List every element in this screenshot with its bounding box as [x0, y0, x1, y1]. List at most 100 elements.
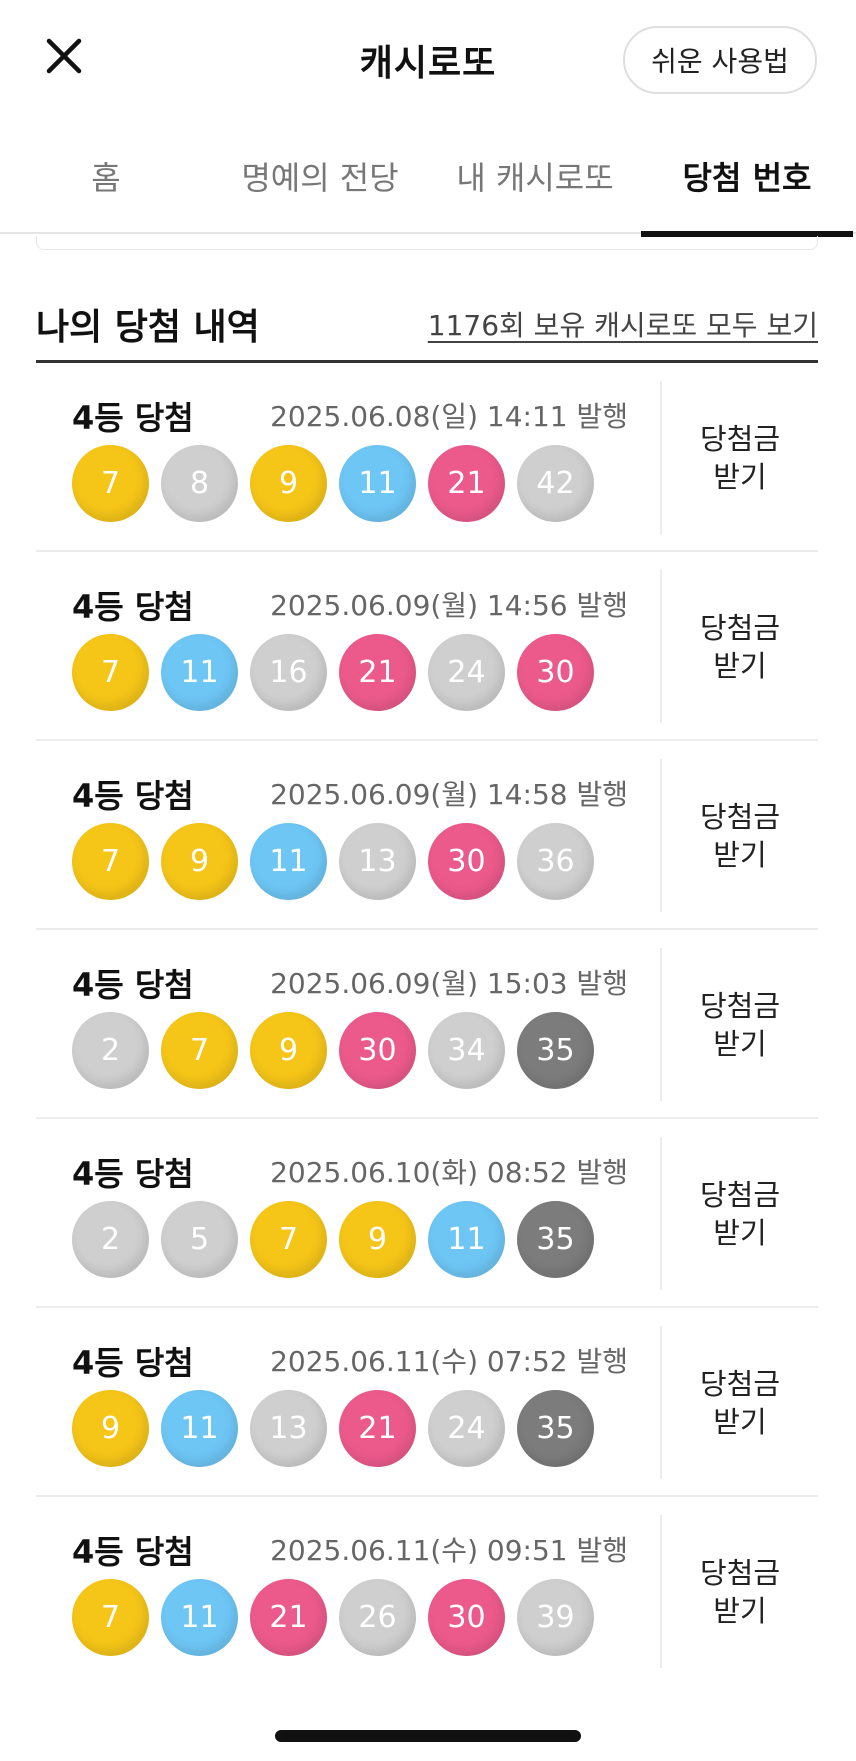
winning-history-list: 4등 당첨 2025.06.08(일) 14:11 발행 7 8 9 11 21 42 당첨금 받…	[36, 363, 818, 1686]
lotto-balls: 2 5 7 9 11 35	[72, 1201, 594, 1278]
lotto-ball: 2	[72, 1201, 149, 1278]
lotto-ball: 11	[428, 1201, 505, 1278]
lotto-ball: 21	[428, 445, 505, 522]
lotto-ball: 9	[250, 445, 327, 522]
lotto-ball: 24	[428, 1390, 505, 1467]
issue-date: 2025.06.09(월) 15:03 발행	[270, 967, 628, 1000]
claim-prize-button[interactable]: 당첨금 받기	[662, 930, 818, 1119]
lotto-ball: 42	[517, 445, 594, 522]
guide-button[interactable]: 쉬운 사용법	[623, 26, 817, 94]
lotto-ball: 36	[517, 823, 594, 900]
list-item: 4등 당첨 2025.06.09(월) 15:03 발행 2 7 9 30 34 35 당첨금 받…	[36, 930, 818, 1119]
previous-card-edge	[36, 236, 818, 250]
lotto-ball: 21	[339, 1390, 416, 1467]
lotto-ball: 16	[250, 634, 327, 711]
lotto-ball: 11	[161, 634, 238, 711]
lotto-ball: 11	[339, 445, 416, 522]
list-item: 4등 당첨 2025.06.09(월) 14:56 발행 7 11 16 21 24 30 당첨…	[36, 552, 818, 741]
lotto-ball: 9	[72, 1390, 149, 1467]
lotto-ball: 24	[428, 634, 505, 711]
lotto-ball: 9	[161, 823, 238, 900]
issue-date: 2025.06.09(월) 14:56 발행	[270, 589, 628, 622]
list-item: 4등 당첨 2025.06.10(화) 08:52 발행 2 5 7 9 11 35 당첨금 받기	[36, 1119, 818, 1308]
app-header: 캐시로또 쉬운 사용법	[0, 0, 856, 118]
list-item: 4등 당첨 2025.06.09(월) 14:58 발행 7 9 11 13 30 36 당첨금…	[36, 741, 818, 930]
claim-label-line2: 받기	[713, 1404, 767, 1439]
lotto-ball: 2	[72, 1012, 149, 1089]
claim-label-line2: 받기	[713, 837, 767, 872]
home-indicator	[275, 1730, 581, 1742]
prize-rank: 4등 당첨	[72, 1533, 194, 1571]
lotto-ball: 9	[339, 1201, 416, 1278]
lotto-ball: 30	[428, 1579, 505, 1656]
view-all-link[interactable]: 1176회 보유 캐시로또 모두 보기	[428, 304, 818, 344]
lotto-ball: 9	[250, 1012, 327, 1089]
lotto-ball: 35	[517, 1012, 594, 1089]
claim-prize-button[interactable]: 당첨금 받기	[662, 363, 818, 552]
claim-label-line2: 받기	[713, 648, 767, 683]
lotto-ball: 11	[250, 823, 327, 900]
prize-rank: 4등 당첨	[72, 1155, 194, 1193]
tab-hall-of-fame[interactable]: 명예의 전당	[226, 118, 414, 234]
claim-label-line2: 받기	[713, 1593, 767, 1628]
claim-prize-button[interactable]: 당첨금 받기	[662, 1497, 818, 1686]
claim-prize-button[interactable]: 당첨금 받기	[662, 1119, 818, 1308]
lotto-ball: 7	[161, 1012, 238, 1089]
lotto-ball: 7	[250, 1201, 327, 1278]
lotto-ball: 7	[72, 823, 149, 900]
lotto-ball: 39	[517, 1579, 594, 1656]
lotto-balls: 2 7 9 30 34 35	[72, 1012, 594, 1089]
lotto-balls: 7 11 21 26 30 39	[72, 1579, 594, 1656]
claim-label-line1: 당첨금	[699, 1366, 781, 1401]
lotto-balls: 7 11 16 21 24 30	[72, 634, 594, 711]
prize-rank: 4등 당첨	[72, 399, 194, 437]
prize-rank: 4등 당첨	[72, 588, 194, 626]
lotto-balls: 9 11 13 21 24 35	[72, 1390, 594, 1467]
list-item: 4등 당첨 2025.06.11(수) 09:51 발행 7 11 21 26 30 39 당첨…	[36, 1497, 818, 1686]
lotto-ball: 13	[250, 1390, 327, 1467]
lotto-ball: 34	[428, 1012, 505, 1089]
prize-rank: 4등 당첨	[72, 966, 194, 1004]
claim-prize-button[interactable]: 당첨금 받기	[662, 741, 818, 930]
list-item: 4등 당첨 2025.06.11(수) 07:52 발행 9 11 13 21 24 35 당첨…	[36, 1308, 818, 1497]
claim-prize-button[interactable]: 당첨금 받기	[662, 552, 818, 741]
tab-bar: 홈 명예의 전당 내 캐시로또 당첨 번호	[0, 118, 856, 237]
claim-label-line1: 당첨금	[699, 799, 781, 834]
tab-winning-numbers[interactable]: 당첨 번호	[641, 118, 853, 237]
lotto-ball: 30	[339, 1012, 416, 1089]
prize-rank: 4등 당첨	[72, 1344, 194, 1382]
lotto-ball: 21	[250, 1579, 327, 1656]
lotto-ball: 13	[339, 823, 416, 900]
issue-date: 2025.06.08(일) 14:11 발행	[270, 400, 628, 433]
tab-home[interactable]: 홈	[36, 118, 176, 234]
claim-label-line2: 받기	[713, 1026, 767, 1061]
lotto-ball: 7	[72, 445, 149, 522]
issue-date: 2025.06.10(화) 08:52 발행	[270, 1156, 628, 1189]
lotto-ball: 35	[517, 1390, 594, 1467]
claim-label-line1: 당첨금	[699, 421, 781, 456]
lotto-ball: 5	[161, 1201, 238, 1278]
lotto-ball: 11	[161, 1390, 238, 1467]
section-title: 나의 당첨 내역	[36, 307, 260, 348]
claim-label-line1: 당첨금	[699, 1177, 781, 1212]
lotto-ball: 30	[517, 634, 594, 711]
tab-my-cashlotto[interactable]: 내 캐시로또	[440, 118, 630, 234]
lotto-balls: 7 8 9 11 21 42	[72, 445, 594, 522]
issue-date: 2025.06.11(수) 07:52 발행	[270, 1345, 628, 1378]
lotto-ball: 7	[72, 1579, 149, 1656]
lotto-balls: 7 9 11 13 30 36	[72, 823, 594, 900]
lotto-ball: 30	[428, 823, 505, 900]
lotto-ball: 11	[161, 1579, 238, 1656]
prize-rank: 4등 당첨	[72, 777, 194, 815]
lotto-ball: 21	[339, 634, 416, 711]
claim-prize-button[interactable]: 당첨금 받기	[662, 1308, 818, 1497]
claim-label-line2: 받기	[713, 459, 767, 494]
issue-date: 2025.06.09(월) 14:58 발행	[270, 778, 628, 811]
claim-label-line1: 당첨금	[699, 610, 781, 645]
lotto-ball: 35	[517, 1201, 594, 1278]
claim-label-line1: 당첨금	[699, 988, 781, 1023]
lotto-ball: 8	[161, 445, 238, 522]
claim-label-line2: 받기	[713, 1215, 767, 1250]
issue-date: 2025.06.11(수) 09:51 발행	[270, 1534, 628, 1567]
list-item: 4등 당첨 2025.06.08(일) 14:11 발행 7 8 9 11 21 42 당첨금 받…	[36, 363, 818, 552]
